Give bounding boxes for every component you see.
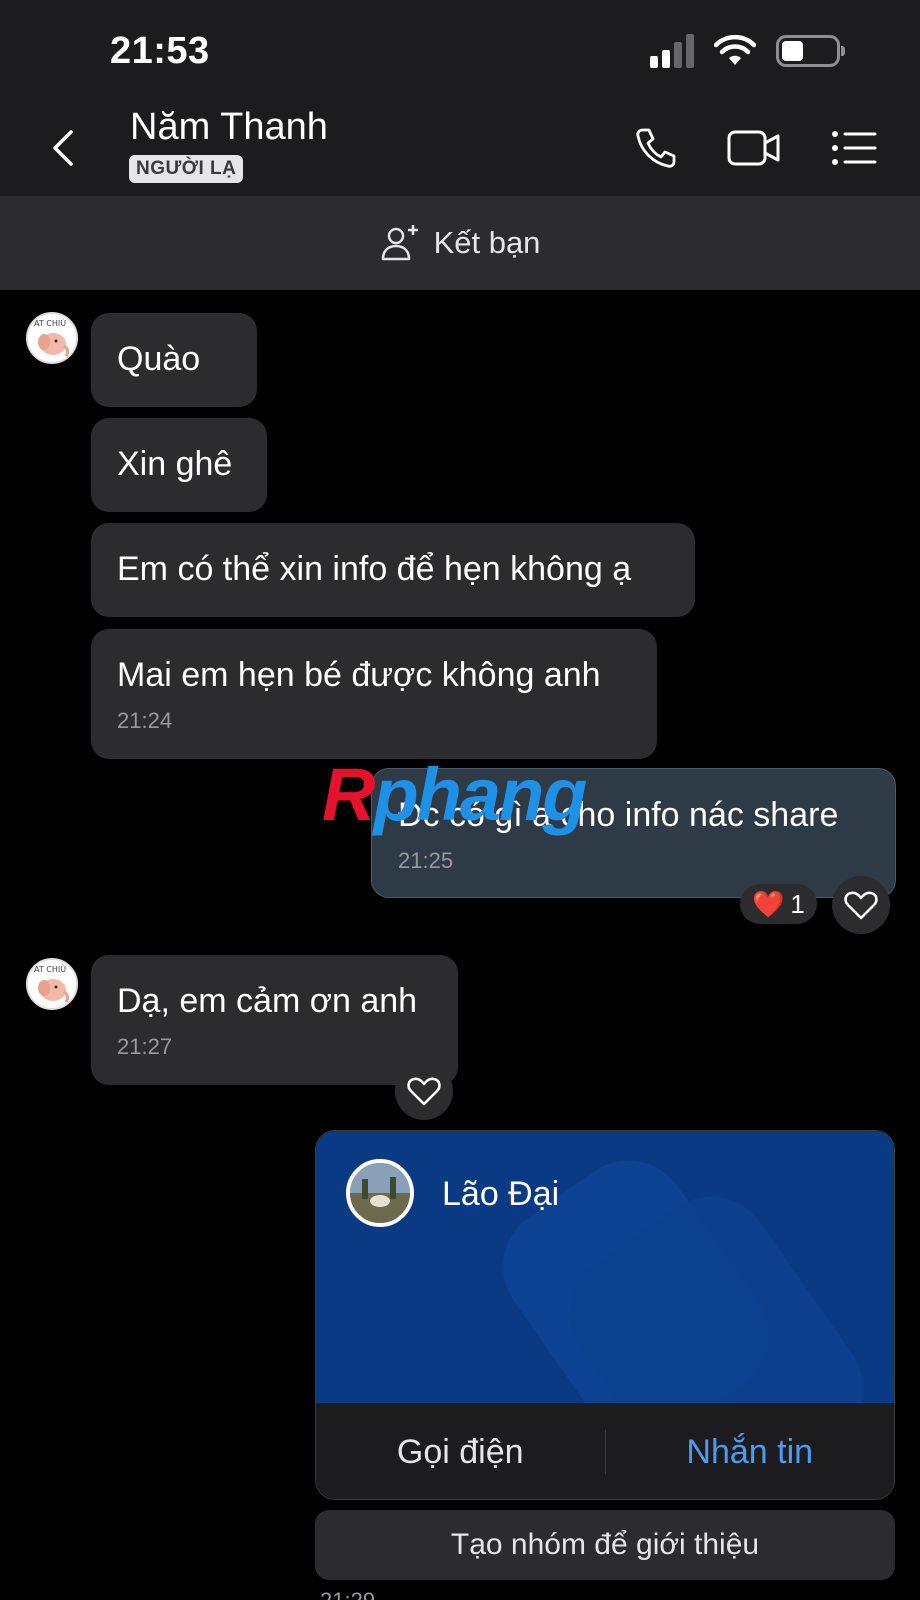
message-text: Em có thể xin info để hẹn không ạ: [117, 550, 632, 588]
list-menu-icon: [832, 131, 877, 165]
contact-avatar[interactable]: ÁT CHIÙ: [26, 958, 78, 1010]
contact-card-header[interactable]: Lão Đại: [316, 1131, 894, 1403]
wifi-icon: [714, 35, 756, 65]
status-bar: 21:53: [0, 0, 920, 100]
heart-outline-icon: [407, 1077, 441, 1106]
message-timestamp: 21:25: [398, 847, 454, 873]
contact-card[interactable]: Lão Đại Gọi điện Nhắn tin: [315, 1130, 895, 1500]
chat-options-button[interactable]: [826, 122, 882, 174]
phone-icon: [636, 128, 676, 168]
profile-photo-icon: [350, 1163, 410, 1223]
stranger-badge: NGƯỜI LẠ: [129, 155, 244, 183]
message-text: Dạ, em cảm ơn anh: [117, 982, 418, 1020]
message-text: Quào: [117, 340, 201, 378]
contact-card-actions: Gọi điện Nhắn tin: [316, 1403, 895, 1499]
heart-outline-icon: [844, 891, 878, 920]
add-friend-button[interactable]: Kết bạn: [0, 196, 920, 290]
chevron-left-icon: [53, 130, 73, 166]
react-heart-button[interactable]: [395, 1062, 453, 1120]
voice-call-button[interactable]: [628, 122, 684, 174]
contact-name[interactable]: Năm Thanh: [130, 106, 328, 149]
status-icons: [650, 34, 845, 68]
status-time: 21:53: [110, 30, 210, 72]
reaction-count: 1: [790, 888, 805, 919]
message-timestamp: 21:29: [320, 1588, 375, 1600]
message-bubble-incoming[interactable]: Xin ghê: [91, 418, 267, 512]
heart-reaction-icon: ❤️: [752, 888, 785, 919]
chat-header: Năm Thanh NGƯỜI LẠ: [0, 100, 920, 196]
message-bubble-incoming[interactable]: Dạ, em cảm ơn anh 21:27: [91, 955, 458, 1085]
create-intro-group-button[interactable]: Tạo nhóm để giới thiệu: [315, 1510, 895, 1580]
elephant-sticker-icon: ÁT CHIÙ: [28, 314, 76, 362]
contact-avatar[interactable]: ÁT CHIÙ: [26, 312, 78, 364]
contact-card-message-button[interactable]: Nhắn tin: [606, 1433, 895, 1472]
watermark-logo: Rphang: [322, 753, 587, 836]
back-button[interactable]: [38, 118, 88, 178]
message-bubble-incoming[interactable]: Mai em hẹn bé được không anh 21:24: [91, 629, 657, 759]
message-text: Mai em hẹn bé được không anh: [117, 656, 601, 694]
message-bubble-incoming[interactable]: Quào: [91, 313, 257, 407]
elephant-sticker-icon: ÁT CHIÙ: [28, 960, 76, 1008]
contact-card-avatar[interactable]: [346, 1159, 414, 1227]
message-timestamp: 21:27: [117, 1033, 173, 1059]
add-friend-label: Kết bạn: [433, 225, 541, 260]
message-timestamp: 21:24: [117, 707, 173, 733]
contact-card-call-button[interactable]: Gọi điện: [316, 1433, 605, 1472]
video-camera-icon: [727, 130, 780, 166]
svg-text:ÁT CHIÙ: ÁT CHIÙ: [34, 317, 66, 328]
battery-icon: [776, 35, 845, 67]
react-heart-button[interactable]: [832, 876, 890, 934]
reaction-summary[interactable]: ❤️ 1: [740, 884, 817, 924]
svg-text:ÁT CHIÙ: ÁT CHIÙ: [34, 963, 66, 974]
contact-card-name: Lão Đại: [442, 1175, 560, 1213]
cellular-signal-icon: [650, 34, 694, 68]
add-person-icon: [381, 225, 418, 261]
message-text: Xin ghê: [117, 445, 233, 483]
message-bubble-incoming[interactable]: Em có thể xin info để hẹn không ạ: [91, 523, 695, 617]
video-call-button[interactable]: [726, 122, 782, 174]
